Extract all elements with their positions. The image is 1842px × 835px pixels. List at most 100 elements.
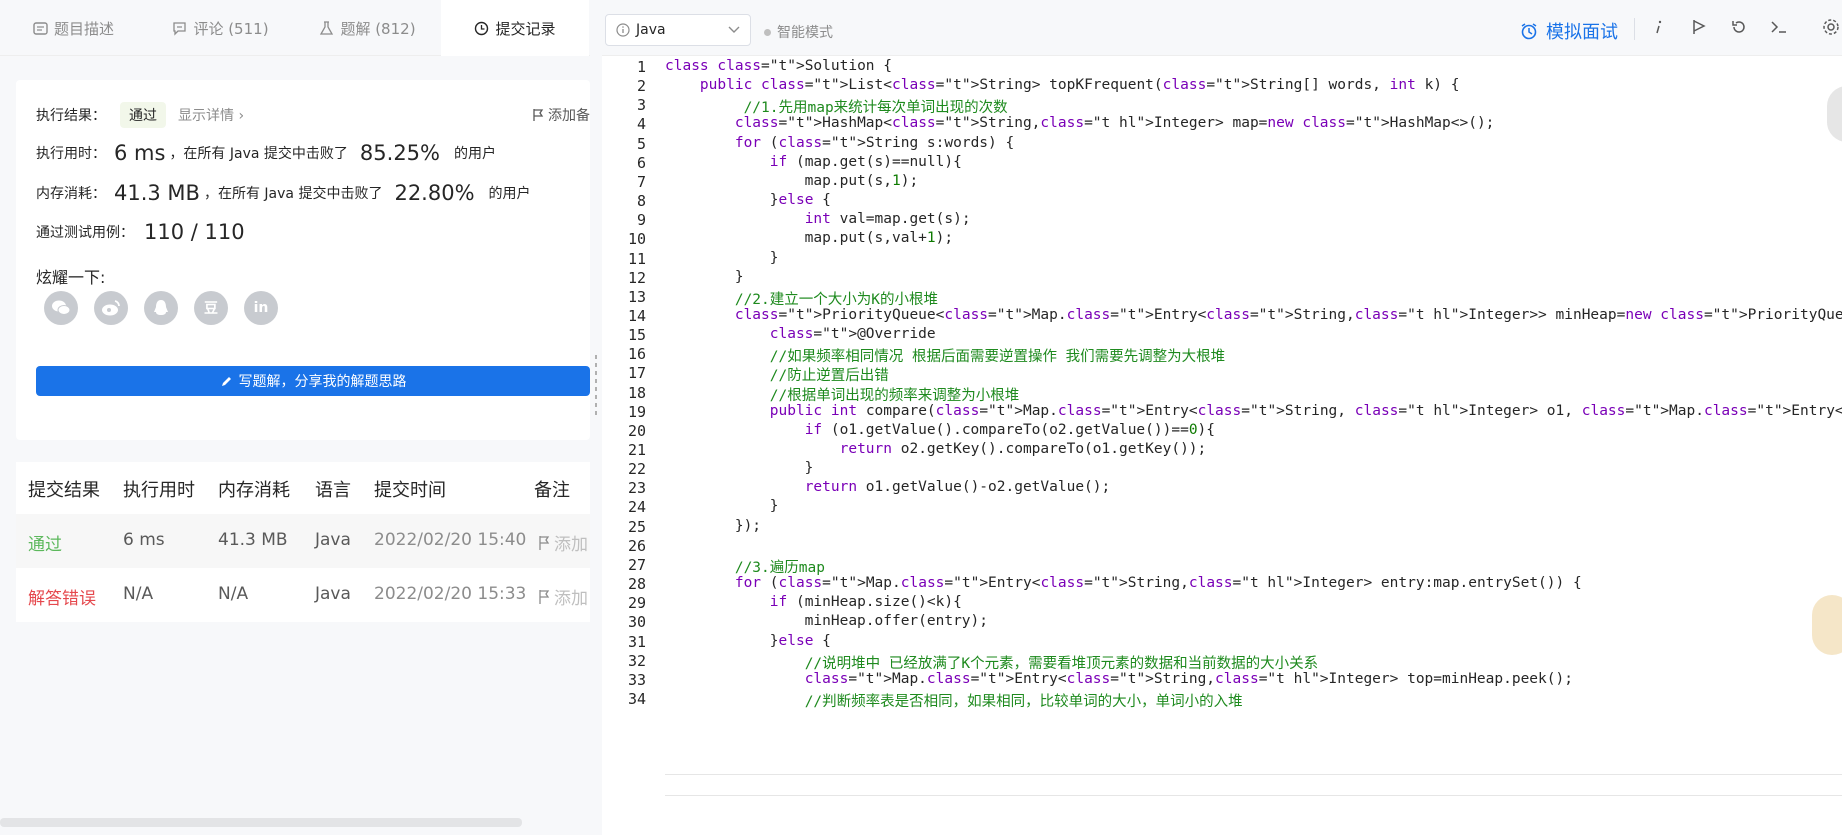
code-line[interactable]: for (class="t">Map.class="t">Entry<class… — [665, 575, 1582, 591]
runtime-suffix: 的用户 — [454, 146, 496, 162]
qq-icon[interactable] — [144, 291, 178, 325]
line-number: 12 — [627, 268, 646, 287]
submission-memory: N/A — [218, 584, 249, 604]
submission-status[interactable]: 解答错误 — [28, 584, 96, 609]
code-line[interactable]: if (o1.getValue().compareTo(o2.getValue(… — [665, 422, 1215, 438]
runtime-value: 6 ms — [114, 141, 166, 165]
line-number: 30 — [627, 613, 646, 632]
line-number: 2 — [636, 77, 646, 96]
tab-solutions[interactable]: 题解 (812) — [294, 0, 441, 56]
code-line[interactable]: if (minHeap.size()<k){ — [665, 594, 962, 610]
line-number: 10 — [627, 230, 646, 249]
code-line[interactable]: class="t">Map.class="t">Entry<class="t">… — [665, 671, 1573, 687]
code-line[interactable]: } — [665, 498, 779, 514]
info-icon — [616, 23, 630, 37]
terminal-icon[interactable] — [1770, 18, 1788, 41]
write-solution-button[interactable]: 写题解，分享我的解题思路 — [36, 366, 590, 396]
submission-status[interactable]: 通过 — [28, 530, 62, 555]
line-number: 3 — [636, 96, 646, 115]
mascot-icon[interactable] — [1812, 595, 1842, 655]
submission-language: Java — [315, 584, 351, 604]
line-number: 34 — [627, 689, 646, 708]
wechat-icon[interactable] — [44, 291, 78, 325]
line-number: 7 — [636, 172, 646, 191]
result-card: 执行结果： 通过 显示详情 › 添加备 执行用时： 6 ms ，在所有 Java… — [16, 80, 590, 440]
flag-icon — [532, 108, 544, 122]
code-line[interactable]: public int compare(class="t">Map.class="… — [665, 403, 1842, 419]
code-line[interactable]: for (class="t">String s:words) { — [665, 135, 1014, 151]
code-line[interactable]: return o1.getValue()-o2.getValue(); — [665, 479, 1111, 495]
code-line[interactable]: } — [665, 250, 779, 266]
table-row[interactable]: 解答错误 N/A N/A Java 2022/02/20 15:33 添加 — [16, 568, 590, 622]
code-line[interactable]: }); — [665, 518, 761, 534]
code-line[interactable]: //说明堆中 已经放满了K个元素，需要看堆顶元素的数据和当前数据的大小关系 — [665, 652, 1318, 673]
douban-icon[interactable]: 豆 — [194, 291, 228, 325]
add-note-button[interactable]: 添加 — [538, 584, 588, 609]
tab-label: 题解 (812) — [340, 19, 416, 38]
tab-bar: 题目描述 评论 (511) 题解 (812) 提交记录 — [0, 0, 590, 56]
status-row: 执行结果： 通过 显示详情 › 添加备 — [36, 102, 590, 128]
add-note-button[interactable]: 添加 — [538, 530, 588, 555]
table-row[interactable]: 通过 6 ms 41.3 MB Java 2022/02/20 15:40 添加 — [16, 514, 590, 568]
settings-icon[interactable] — [1822, 18, 1840, 41]
code-line[interactable]: map.put(s,1); — [665, 173, 919, 189]
line-number: 23 — [627, 479, 646, 498]
code-line[interactable]: //防止逆置后出错 — [665, 364, 889, 385]
code-line[interactable]: public class="t">List<class="t">String> … — [665, 77, 1460, 93]
header-language: 语言 — [315, 480, 351, 501]
memory-suffix: 的用户 — [488, 186, 531, 202]
code-line[interactable]: //3.遍历map — [665, 556, 825, 577]
line-number: 22 — [627, 460, 646, 479]
memory-percent: 22.80% — [394, 181, 475, 205]
line-number: 11 — [627, 249, 646, 268]
line-number: 8 — [636, 192, 646, 211]
tab-comments[interactable]: 评论 (511) — [147, 0, 294, 56]
runtime-label: 执行用时： — [36, 146, 106, 162]
code-line[interactable]: } — [665, 460, 814, 476]
tab-description[interactable]: 题目描述 — [0, 0, 147, 56]
mock-interview-button[interactable]: 模拟面试 — [1520, 18, 1618, 44]
memory-text: ，在所有 Java 提交中击败了 — [203, 186, 383, 202]
code-line[interactable]: int val=map.get(s); — [665, 211, 971, 227]
code-editor[interactable]: 1 class class="t">Solution {2 public clas… — [602, 56, 1842, 835]
code-line[interactable]: //判断频率表是否相同，如果相同，比较单词的大小，单词小的入堆 — [665, 690, 1243, 711]
code-line[interactable]: } — [665, 269, 744, 285]
show-details-link[interactable]: 显示详情 › — [178, 105, 244, 125]
code-line[interactable]: //如果频率相同情况 根据后面需要逆置操作 我们需要先调整为大根堆 — [665, 345, 1225, 366]
code-line[interactable]: minHeap.offer(entry); — [665, 613, 988, 629]
line-number: 16 — [627, 345, 646, 364]
code-line[interactable]: if (map.get(s)==null){ — [665, 154, 962, 170]
info-italic-icon[interactable] — [1654, 18, 1664, 41]
code-line[interactable]: class="t">HashMap<class="t">String,class… — [665, 115, 1495, 131]
line-number: 15 — [627, 326, 646, 345]
code-line[interactable]: }else { — [665, 192, 831, 208]
comment-icon — [172, 21, 187, 36]
code-line[interactable]: class="t">@Override — [665, 326, 936, 342]
code-line[interactable]: //1.先用map来统计每次单词出现的次数 — [665, 96, 1008, 117]
linkedin-icon[interactable]: in — [244, 291, 278, 325]
add-note-button[interactable]: 添加备 — [532, 105, 590, 125]
mock-interview-label: 模拟面试 — [1546, 22, 1618, 43]
line-number: 27 — [627, 555, 646, 574]
tab-submissions[interactable]: 提交记录 — [441, 0, 589, 56]
smart-mode-label: 智能模式 — [777, 25, 833, 41]
smart-mode-toggle[interactable]: 智能模式 — [764, 22, 833, 42]
language-select[interactable]: Java — [605, 14, 751, 46]
status-label: 执行结果： — [36, 108, 106, 124]
line-number: 31 — [627, 632, 646, 651]
add-note-label: 添加备 — [548, 108, 590, 124]
code-line[interactable]: map.put(s,val+1); — [665, 230, 953, 246]
code-line[interactable]: //2.建立一个大小为K的小根堆 — [665, 288, 938, 309]
panel-resizer[interactable] — [590, 0, 602, 835]
weibo-icon[interactable] — [94, 291, 128, 325]
code-line[interactable]: //根据单词出现的频率来调整为小根堆 — [665, 384, 1019, 405]
code-line[interactable]: class="t">PriorityQueue<class="t">Map.cl… — [665, 307, 1842, 323]
toolbar-divider — [1634, 18, 1635, 40]
code-line[interactable]: }else { — [665, 633, 831, 649]
code-line[interactable]: return o2.getKey().compareTo(o1.getKey()… — [665, 441, 1207, 457]
tests-row: 通过测试用例： 110 / 110 — [36, 220, 245, 244]
run-icon[interactable] — [1692, 18, 1706, 41]
horizontal-scrollbar[interactable] — [0, 818, 522, 827]
reset-icon[interactable] — [1730, 18, 1748, 41]
code-line[interactable]: class class="t">Solution { — [665, 58, 892, 74]
